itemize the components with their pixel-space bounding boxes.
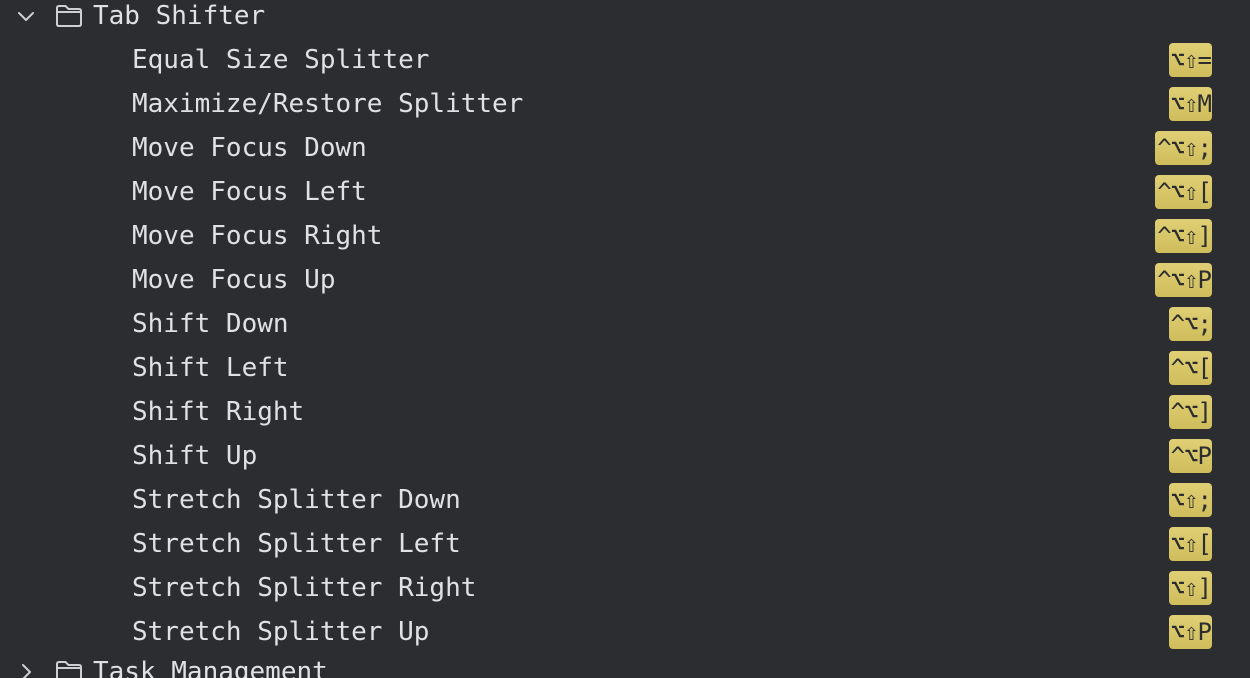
tree-group-task-management[interactable]: Task Management	[0, 650, 1250, 678]
shortcut-badge: ^⌥P	[1168, 439, 1212, 473]
tree-group-tab-shifter[interactable]: Tab Shifter	[0, 0, 1250, 38]
shortcut-badge: ⌥⇧M	[1168, 87, 1212, 121]
action-label: Move Focus Left	[132, 177, 367, 207]
shortcut-badge: ^⌥⇧[	[1155, 175, 1212, 209]
tree-item-stretch-splitter-left[interactable]: Stretch Splitter Left ⌥⇧[	[0, 522, 1250, 566]
keymap-tree: Tab Shifter Equal Size Splitter ⌥⇧= Maxi…	[0, 0, 1250, 678]
tree-item-move-focus-down[interactable]: Move Focus Down ^⌥⇧;	[0, 126, 1250, 170]
action-label: Stretch Splitter Up	[132, 617, 430, 647]
folder-icon	[55, 660, 83, 678]
shortcut-badge: ^⌥;	[1168, 307, 1212, 341]
tree-item-shift-left[interactable]: Shift Left ^⌥[	[0, 346, 1250, 390]
action-label: Stretch Splitter Down	[132, 485, 461, 515]
tree-item-stretch-splitter-down[interactable]: Stretch Splitter Down ⌥⇧;	[0, 478, 1250, 522]
tree-item-shift-down[interactable]: Shift Down ^⌥;	[0, 302, 1250, 346]
tree-item-stretch-splitter-right[interactable]: Stretch Splitter Right ⌥⇧]	[0, 566, 1250, 610]
action-label: Move Focus Up	[132, 265, 336, 295]
action-label: Move Focus Down	[132, 133, 367, 163]
action-label: Stretch Splitter Right	[132, 573, 477, 603]
tree-item-stretch-splitter-up[interactable]: Stretch Splitter Up ⌥⇧P	[0, 610, 1250, 654]
shortcut-badge: ^⌥[	[1168, 351, 1212, 385]
shortcut-badge: ^⌥⇧]	[1155, 219, 1212, 253]
action-label: Equal Size Splitter	[132, 45, 430, 75]
tree-item-shift-right[interactable]: Shift Right ^⌥]	[0, 390, 1250, 434]
tree-group-label: Task Management	[93, 657, 328, 678]
shortcut-badge: ⌥⇧[	[1168, 527, 1212, 561]
tree-item-move-focus-up[interactable]: Move Focus Up ^⌥⇧P	[0, 258, 1250, 302]
tree-item-maximize-restore-splitter[interactable]: Maximize/Restore Splitter ⌥⇧M	[0, 82, 1250, 126]
shortcut-badge: ⌥⇧=	[1168, 43, 1212, 77]
tree-item-shift-up[interactable]: Shift Up ^⌥P	[0, 434, 1250, 478]
shortcut-badge: ^⌥⇧;	[1155, 131, 1212, 165]
action-label: Shift Up	[132, 441, 258, 471]
folder-icon	[55, 4, 83, 28]
shortcut-badge: ^⌥]	[1168, 395, 1212, 429]
tree-item-equal-size-splitter[interactable]: Equal Size Splitter ⌥⇧=	[0, 38, 1250, 82]
chevron-down-icon[interactable]	[16, 6, 36, 26]
shortcut-badge: ^⌥⇧P	[1155, 263, 1212, 297]
action-label: Maximize/Restore Splitter	[132, 89, 524, 119]
tree-item-move-focus-right[interactable]: Move Focus Right ^⌥⇧]	[0, 214, 1250, 258]
shortcut-badge: ⌥⇧]	[1168, 571, 1212, 605]
tree-item-move-focus-left[interactable]: Move Focus Left ^⌥⇧[	[0, 170, 1250, 214]
chevron-right-icon[interactable]	[16, 662, 36, 678]
shortcut-badge: ⌥⇧P	[1168, 615, 1212, 649]
action-label: Stretch Splitter Left	[132, 529, 461, 559]
shortcut-badge: ⌥⇧;	[1168, 483, 1212, 517]
action-label: Shift Down	[132, 309, 289, 339]
action-label: Shift Right	[132, 397, 305, 427]
action-label: Shift Left	[132, 353, 289, 383]
action-label: Move Focus Right	[132, 221, 383, 251]
tree-group-label: Tab Shifter	[93, 1, 266, 31]
